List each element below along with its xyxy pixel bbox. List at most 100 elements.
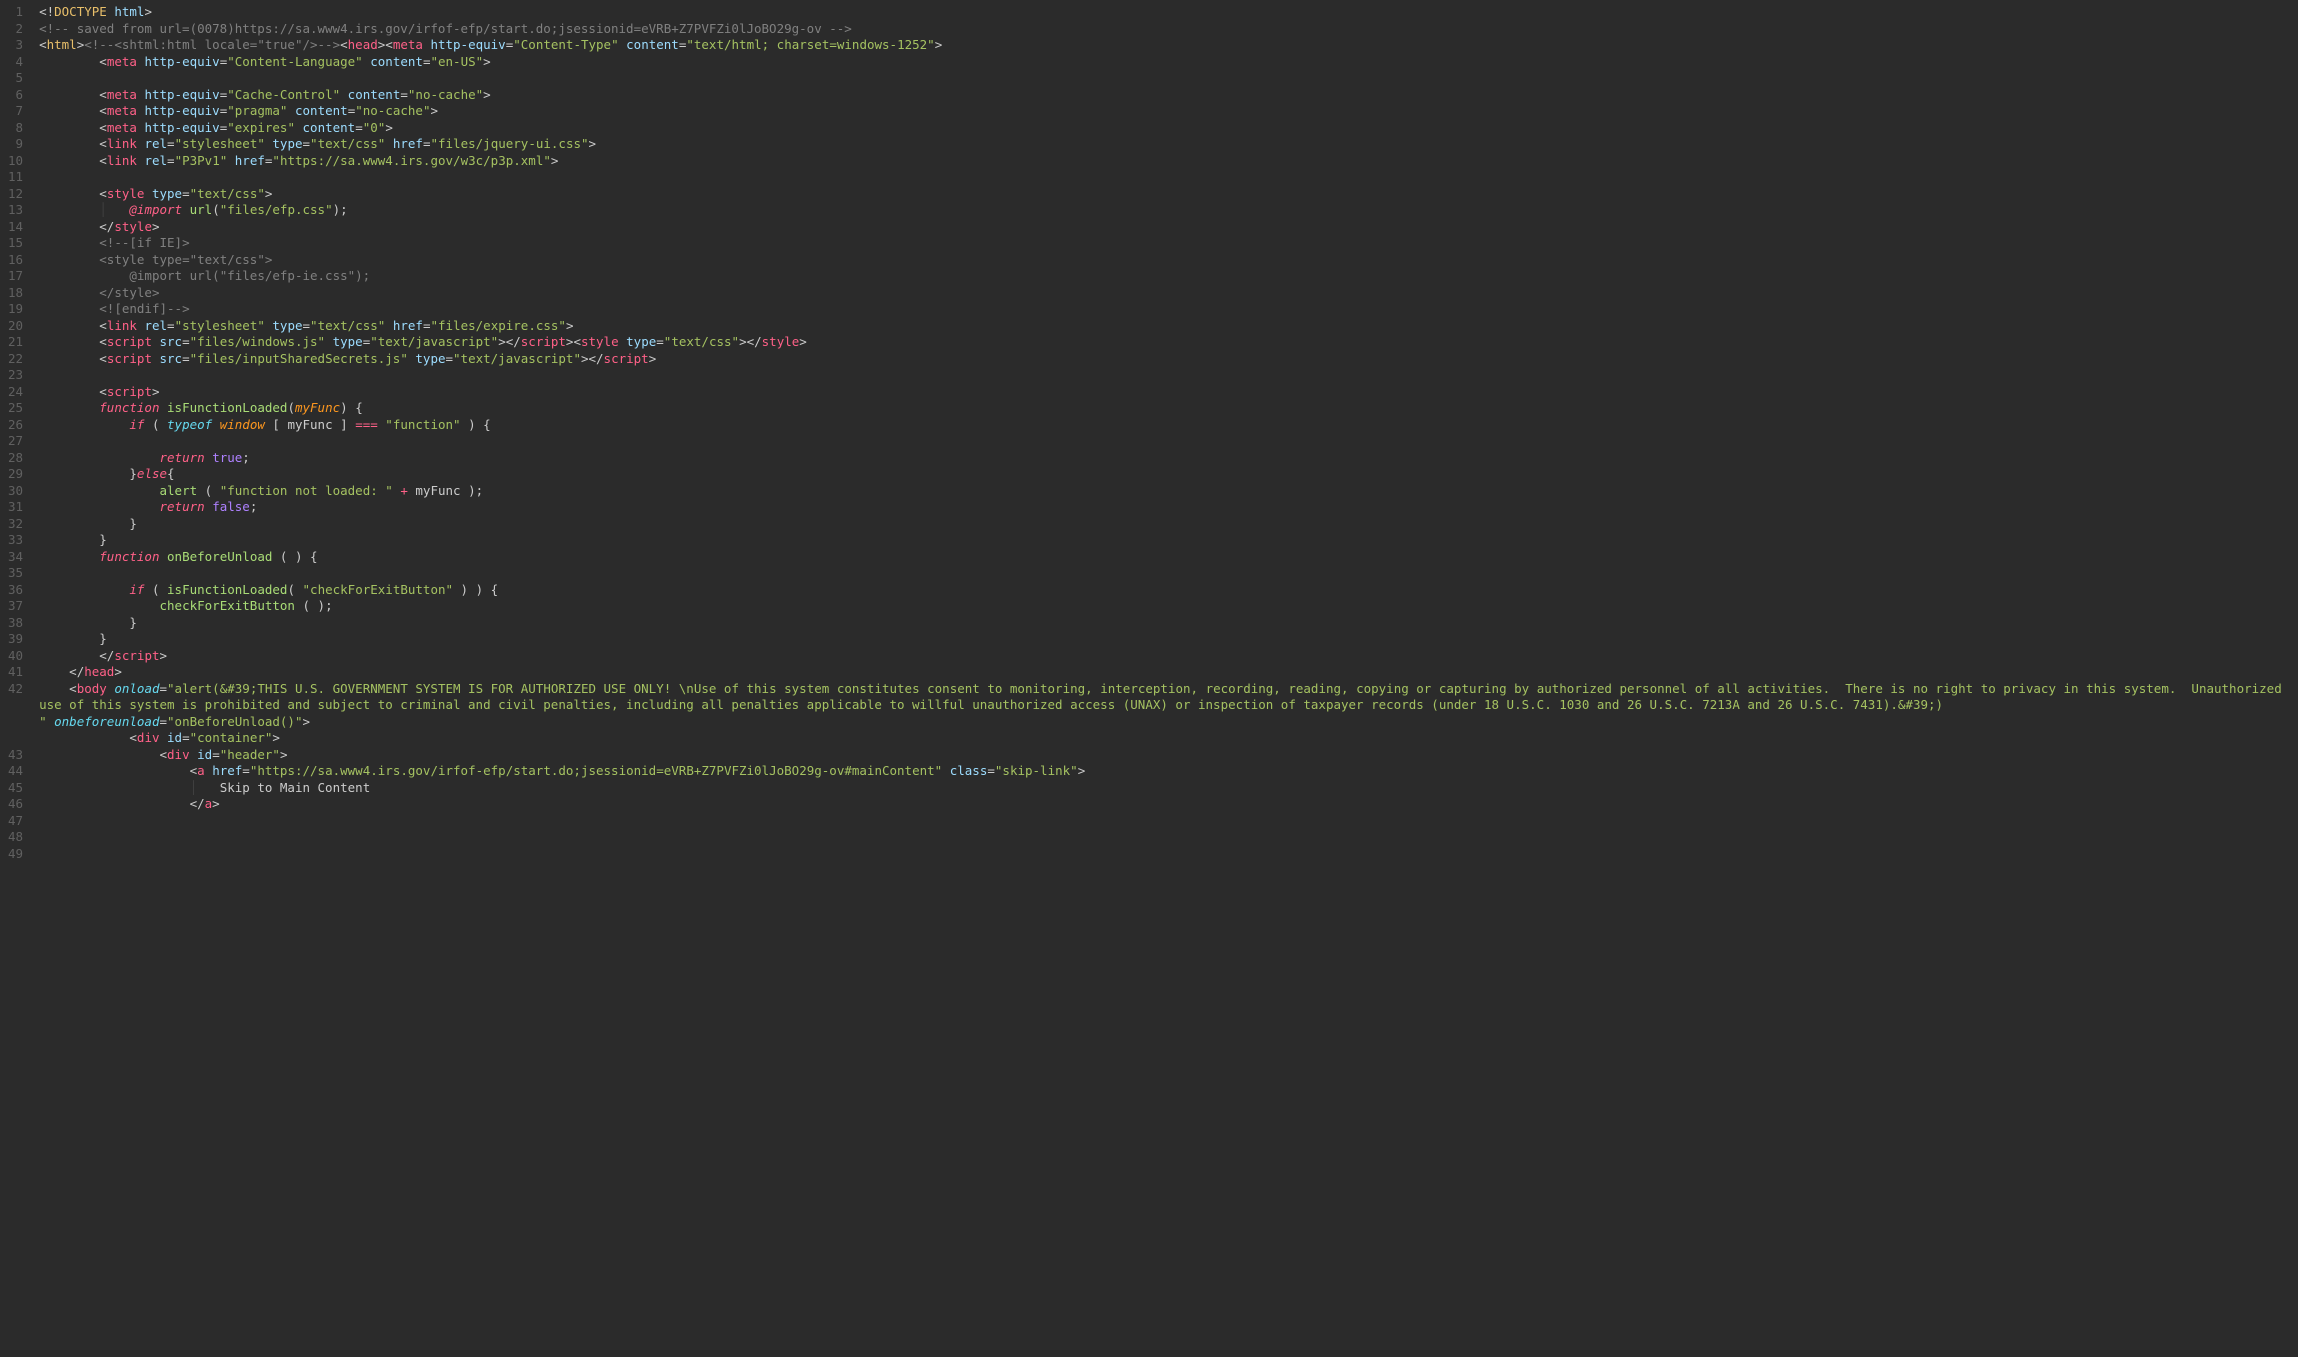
code-line[interactable]: <meta http-equiv="Content-Language" cont… (39, 54, 2298, 71)
code-line[interactable]: <![endif]--> (39, 301, 2298, 318)
token-punct: ; (250, 499, 258, 514)
code-line[interactable]: <div id="header"> (39, 747, 2298, 764)
token-punct: myFunc ); (408, 483, 483, 498)
line-number: 46 (8, 796, 23, 813)
code-line[interactable]: <script src="files/inputSharedSecrets.js… (39, 351, 2298, 368)
code-line[interactable]: </style> (39, 285, 2298, 302)
code-line[interactable] (39, 169, 2298, 186)
line-number-gutter: 1234567891011121314151617181920212223242… (0, 0, 35, 1357)
token-attr: type (626, 334, 656, 349)
token-punct: ( (212, 202, 220, 217)
code-line[interactable]: @import url("files/efp-ie.css"); (39, 268, 2298, 285)
token-str: "text/html; charset=windows-1252" (686, 37, 934, 52)
code-line[interactable]: <meta http-equiv="Cache-Control" content… (39, 87, 2298, 104)
code-line[interactable]: <a href="https://sa.www4.irs.gov/irfof-e… (39, 763, 2298, 780)
token-attr: type (152, 186, 182, 201)
token-punct: > (272, 730, 280, 745)
token-str: "stylesheet" (175, 318, 265, 333)
token-fn: checkForExitButton (160, 598, 295, 613)
code-line[interactable]: <html><!--<shtml:html locale="true"/>-->… (39, 37, 2298, 54)
code-line[interactable]: <link rel="stylesheet" type="text/css" h… (39, 318, 2298, 335)
token-attr: html (114, 4, 144, 19)
code-line[interactable] (39, 813, 2298, 830)
token-fn: url (190, 202, 213, 217)
line-number: 29 (8, 466, 23, 483)
token-punct: < (99, 136, 107, 151)
token-str: "https://sa.www4.irs.gov/w3c/p3p.xml" (272, 153, 550, 168)
token-attr: content (626, 37, 679, 52)
code-line[interactable]: <!-- saved from url=(0078)https://sa.www… (39, 21, 2298, 38)
token-punct: = (355, 120, 363, 135)
code-line[interactable]: return false; (39, 499, 2298, 516)
code-area[interactable]: <!DOCTYPE html><!-- saved from url=(0078… (35, 0, 2298, 1357)
code-line[interactable]: } (39, 615, 2298, 632)
code-line[interactable]: <script> (39, 384, 2298, 401)
code-line[interactable]: │ @import url("files/efp.css"); (39, 202, 2298, 219)
token-attr: id (197, 747, 212, 762)
code-line[interactable]: </style> (39, 219, 2298, 236)
code-line[interactable] (39, 367, 2298, 384)
code-line[interactable] (39, 70, 2298, 87)
line-number: 42 (8, 681, 23, 747)
token-punct: = (400, 87, 408, 102)
token-attr: type (272, 318, 302, 333)
code-line[interactable]: </script> (39, 648, 2298, 665)
code-line[interactable]: if ( typeof window [ myFunc ] === "funct… (39, 417, 2298, 434)
code-line[interactable]: function onBeforeUnload ( ) { (39, 549, 2298, 566)
token-punct: < (99, 384, 107, 399)
line-number: 41 (8, 664, 23, 681)
token-str: "text/javascript" (370, 334, 498, 349)
code-line[interactable]: } (39, 516, 2298, 533)
code-editor[interactable]: 1234567891011121314151617181920212223242… (0, 0, 2298, 1357)
code-line[interactable] (39, 565, 2298, 582)
code-line[interactable]: return true; (39, 450, 2298, 467)
code-line[interactable]: │ Skip to Main Content (39, 780, 2298, 797)
token-str: "checkForExitButton" (303, 582, 454, 597)
code-line[interactable]: <link rel="P3Pv1" href="https://sa.www4.… (39, 153, 2298, 170)
code-line[interactable]: if ( isFunctionLoaded( "checkForExitButt… (39, 582, 2298, 599)
line-number: 7 (8, 103, 23, 120)
code-line[interactable]: checkForExitButton ( ); (39, 598, 2298, 615)
code-line[interactable]: <meta http-equiv="expires" content="0"> (39, 120, 2298, 137)
line-number: 47 (8, 813, 23, 830)
code-line[interactable]: <style type="text/css"> (39, 186, 2298, 203)
code-line[interactable]: } (39, 532, 2298, 549)
code-line[interactable]: <script src="files/windows.js" type="tex… (39, 334, 2298, 351)
code-line[interactable] (39, 433, 2298, 450)
token-punct (287, 103, 295, 118)
token-tag-red: meta (393, 37, 423, 52)
token-punct: ); (333, 202, 348, 217)
token-param: window (220, 417, 265, 432)
code-line[interactable]: <link rel="stylesheet" type="text/css" h… (39, 136, 2298, 153)
token-str: "text/css" (664, 334, 739, 349)
token-str: "stylesheet" (175, 136, 265, 151)
code-line[interactable]: }else{ (39, 466, 2298, 483)
code-line[interactable]: <style type="text/css"> (39, 252, 2298, 269)
line-number: 48 (8, 829, 23, 846)
token-tag-red: head (348, 37, 378, 52)
token-str: "function" (385, 417, 460, 432)
code-line[interactable]: </a> (39, 796, 2298, 813)
token-kw: return (160, 499, 205, 514)
token-attr: content (370, 54, 423, 69)
token-punct: = (656, 334, 664, 349)
code-line[interactable]: " onbeforeunload="onBeforeUnload()"> (39, 714, 2298, 731)
token-punct: < (99, 318, 107, 333)
code-line[interactable]: <!--[if IE]> (39, 235, 2298, 252)
token-punct: >< (378, 37, 393, 52)
code-line[interactable]: } (39, 631, 2298, 648)
code-line[interactable]: <meta http-equiv="pragma" content="no-ca… (39, 103, 2298, 120)
code-line[interactable]: <!DOCTYPE html> (39, 4, 2298, 21)
token-punct: = (987, 763, 995, 778)
token-param: myFunc (295, 400, 340, 415)
token-tag-red: body (77, 681, 107, 696)
token-kw: function (99, 549, 159, 564)
token-punct: < (99, 334, 107, 349)
code-line[interactable]: <body onload="alert(&#39;THIS U.S. GOVER… (39, 681, 2298, 714)
code-line[interactable]: function isFunctionLoaded(myFunc) { (39, 400, 2298, 417)
code-line[interactable]: alert ( "function not loaded: " + myFunc… (39, 483, 2298, 500)
token-tag-red: script (107, 334, 152, 349)
code-line[interactable]: <div id="container"> (39, 730, 2298, 747)
code-line[interactable]: </head> (39, 664, 2298, 681)
token-str: "expires" (227, 120, 295, 135)
